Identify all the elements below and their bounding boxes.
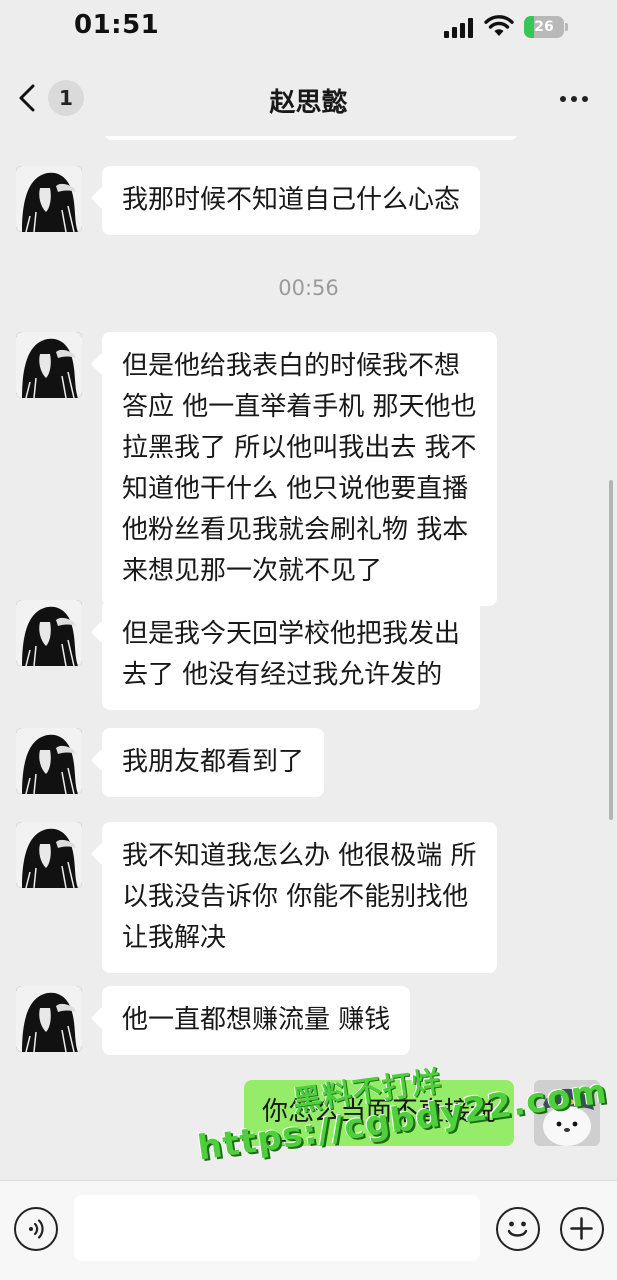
cellular-signal-icon (444, 18, 473, 38)
more-options-button[interactable] (548, 82, 600, 116)
plus-circle-icon (570, 1217, 593, 1240)
status-bar: 01:51 26 (0, 0, 617, 58)
input-bar (0, 1180, 617, 1280)
message-bubble[interactable]: 我不知道我怎么办 他很极端 所 以我没告诉你 你能不能别找他 让我解决 (102, 822, 497, 973)
add-attachment-button[interactable] (560, 1207, 604, 1251)
message-bubble[interactable]: 但是我今天回学校他把我发出 去了 他没有经过我允许发的 (102, 600, 481, 710)
more-dots-icon (560, 96, 566, 102)
chat-title: 赵思懿 (269, 88, 348, 118)
message-list[interactable]: 我那时候不知道自己什么心态 00:56 但是他给我表白的时候我不想 答应 他一直… (0, 136, 617, 1180)
contact-avatar[interactable] (16, 166, 82, 232)
voice-input-icon (29, 1219, 44, 1239)
message-bubble[interactable]: 但是他给我表白的时候我不想 答应 他一直举着手机 那天他也 拉黑我了 所以他叫我… (102, 332, 497, 606)
contact-avatar[interactable] (16, 728, 82, 794)
contact-avatar[interactable] (16, 822, 82, 888)
message-bubble[interactable]: 我朋友都看到了 (102, 728, 325, 797)
emoji-icon (507, 1221, 528, 1237)
scrollbar[interactable] (609, 480, 613, 820)
chat-header: 1 赵思懿 (0, 62, 617, 136)
wifi-icon (484, 15, 514, 36)
emoji-button[interactable] (496, 1207, 540, 1251)
status-time: 01:51 (74, 10, 160, 40)
previous-message-bubble (104, 136, 518, 140)
battery-level: 26 (534, 19, 554, 35)
battery-indicator: 26 (524, 16, 568, 38)
contact-avatar[interactable] (16, 600, 82, 666)
voice-input-button[interactable] (14, 1207, 58, 1251)
message-bubble[interactable]: 我那时候不知道自己什么心态 (102, 166, 481, 235)
contact-avatar[interactable] (16, 332, 82, 398)
message-input[interactable] (74, 1195, 480, 1261)
message-timestamp: 00:56 (278, 276, 339, 300)
message-bubble[interactable]: 他一直都想赚流量 赚钱 (102, 986, 411, 1055)
contact-avatar[interactable] (16, 986, 82, 1052)
